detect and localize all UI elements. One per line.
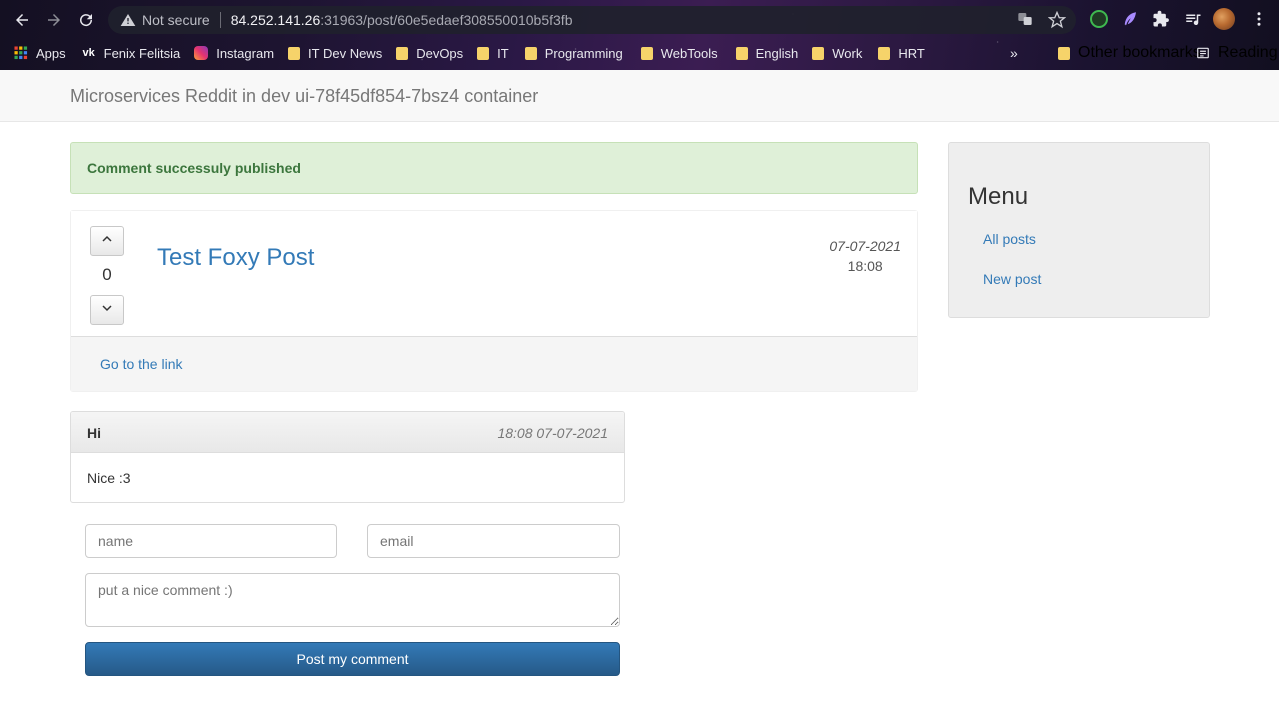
comment-header: Hi 18:08 07-07-2021: [71, 412, 624, 453]
bookmark-label: DevOps: [416, 45, 464, 61]
comment-card: Hi 18:08 07-07-2021 Nice :3: [70, 411, 625, 503]
profile-avatar[interactable]: [1213, 8, 1235, 30]
bookmark-label: IT: [497, 45, 509, 61]
app-navbar: Microservices Reddit in dev ui-78f45df85…: [0, 70, 1279, 122]
feather-extension-icon[interactable]: [1119, 8, 1141, 30]
back-button[interactable]: [10, 8, 34, 32]
comment-body: Nice :3: [87, 470, 131, 486]
arrow-right-icon: [48, 14, 60, 26]
translate-icon[interactable]: [1016, 11, 1034, 29]
bookmark-label: Work: [832, 45, 863, 61]
apps-grid-icon: [14, 46, 28, 60]
url-path: :31963/post/60e5edaef308550010b5f3fb: [320, 12, 573, 28]
success-alert: Comment successuly published: [70, 142, 918, 194]
bookmark-item[interactable]: Work: [812, 46, 862, 61]
post-footer: Go to the link: [71, 336, 917, 391]
folder-icon: [878, 46, 891, 60]
bookmark-item[interactable]: IT Dev News: [288, 46, 382, 61]
chevron-down-icon: [102, 305, 112, 312]
menu-item-all-posts[interactable]: All posts: [983, 231, 1036, 247]
more-bookmarks-button[interactable]: »: [1010, 45, 1018, 61]
bookmark-label: IT Dev News: [308, 45, 383, 61]
comment-textarea[interactable]: [85, 573, 620, 627]
name-input[interactable]: [85, 524, 337, 558]
shield-extension-icon[interactable]: [1088, 8, 1110, 30]
vk-icon: vk: [82, 47, 95, 59]
arrow-left-icon: [16, 14, 28, 26]
other-bookmarks-label: Other bookmarks: [1078, 44, 1201, 61]
address-separator: [219, 12, 221, 28]
bookmark-item[interactable]: HRT: [878, 45, 925, 61]
menu-title: Menu: [968, 183, 1029, 210]
reading-list-icon: [1197, 47, 1209, 59]
bookmark-item[interactable]: English: [735, 45, 799, 61]
other-bookmarks[interactable]: Other bookmarks: [1058, 44, 1201, 62]
upvote-button[interactable]: [90, 226, 124, 256]
chevron-up-icon: [102, 235, 112, 242]
comment-timestamp: 18:08 07-07-2021: [497, 425, 608, 441]
bookmark-label: WebTools: [660, 45, 718, 61]
post-comment-button[interactable]: Post my comment: [85, 642, 620, 676]
reload-button[interactable]: [74, 8, 98, 32]
bookmark-item[interactable]: WebTools: [640, 45, 718, 61]
folder-icon: [1058, 46, 1070, 60]
bookmark-item[interactable]: Apps: [14, 46, 66, 61]
bookmark-label: Fenix Felitsia: [103, 45, 181, 61]
omnibox-actions: [1016, 10, 1067, 29]
url-host: 84.252.141.26: [230, 12, 321, 28]
folder-icon: [288, 46, 301, 60]
reload-icon: [80, 14, 93, 27]
post-external-link[interactable]: Go to the link: [100, 356, 183, 372]
security-label[interactable]: Not secure: [142, 12, 210, 28]
post-time: 18:08: [847, 258, 883, 274]
folder-icon: [735, 46, 748, 60]
bookmark-item[interactable]: IT: [477, 46, 509, 61]
folder-icon: [396, 46, 409, 60]
reading-list-label: Reading list: [1218, 44, 1279, 61]
bookmark-label: English: [755, 45, 799, 61]
folder-icon: [477, 46, 490, 60]
post-header: 0 Test Foxy Post 07-07-2021 18:08: [71, 211, 917, 336]
reading-list[interactable]: Reading list: [1196, 44, 1279, 62]
email-input[interactable]: [367, 524, 620, 558]
bookmark-label: HRT: [898, 45, 925, 61]
bookmark-label: Instagram: [216, 45, 275, 61]
vote-count: 0: [102, 265, 112, 284]
folder-icon: [640, 46, 653, 60]
post-date: 07-07-2021: [829, 238, 901, 254]
instagram-icon: [194, 46, 209, 60]
kebab-menu-icon[interactable]: [1248, 8, 1270, 30]
bookmark-item[interactable]: vk Fenix Felitsia: [82, 46, 181, 61]
media-queue-icon[interactable]: [1182, 8, 1204, 30]
bookmark-label: Apps: [36, 45, 66, 61]
sidebar-menu: Menu All posts New post: [948, 142, 1210, 318]
folder-icon: [812, 46, 825, 60]
extensions-puzzle-icon[interactable]: [1150, 8, 1172, 30]
warning-icon: [120, 14, 136, 26]
folder-icon: [524, 46, 537, 60]
post-datetime: 07-07-2021 18:08: [829, 238, 901, 274]
browser-chrome: Not secure 84.252.141.26:31963/post/60e5…: [0, 0, 1279, 70]
bookmark-item[interactable]: Programming: [524, 45, 623, 61]
address-bar[interactable]: Not secure 84.252.141.26:31963/post/60e5…: [108, 6, 1076, 34]
post-title[interactable]: Test Foxy Post: [157, 244, 314, 272]
bookmark-label: Programming: [544, 45, 623, 61]
menu-item-new-post[interactable]: New post: [983, 271, 1041, 287]
bookmark-star-icon[interactable]: [1047, 10, 1067, 29]
forward-button[interactable]: [42, 8, 66, 32]
comment-author: Hi: [87, 425, 101, 441]
app-brand[interactable]: Microservices Reddit in dev ui-78f45df85…: [70, 86, 538, 107]
post-card: 0 Test Foxy Post 07-07-2021 18:08 Go to …: [70, 210, 918, 392]
downvote-button[interactable]: [90, 295, 124, 325]
bookmark-item[interactable]: DevOps: [396, 46, 463, 61]
bookmark-item[interactable]: Instagram: [194, 46, 274, 61]
